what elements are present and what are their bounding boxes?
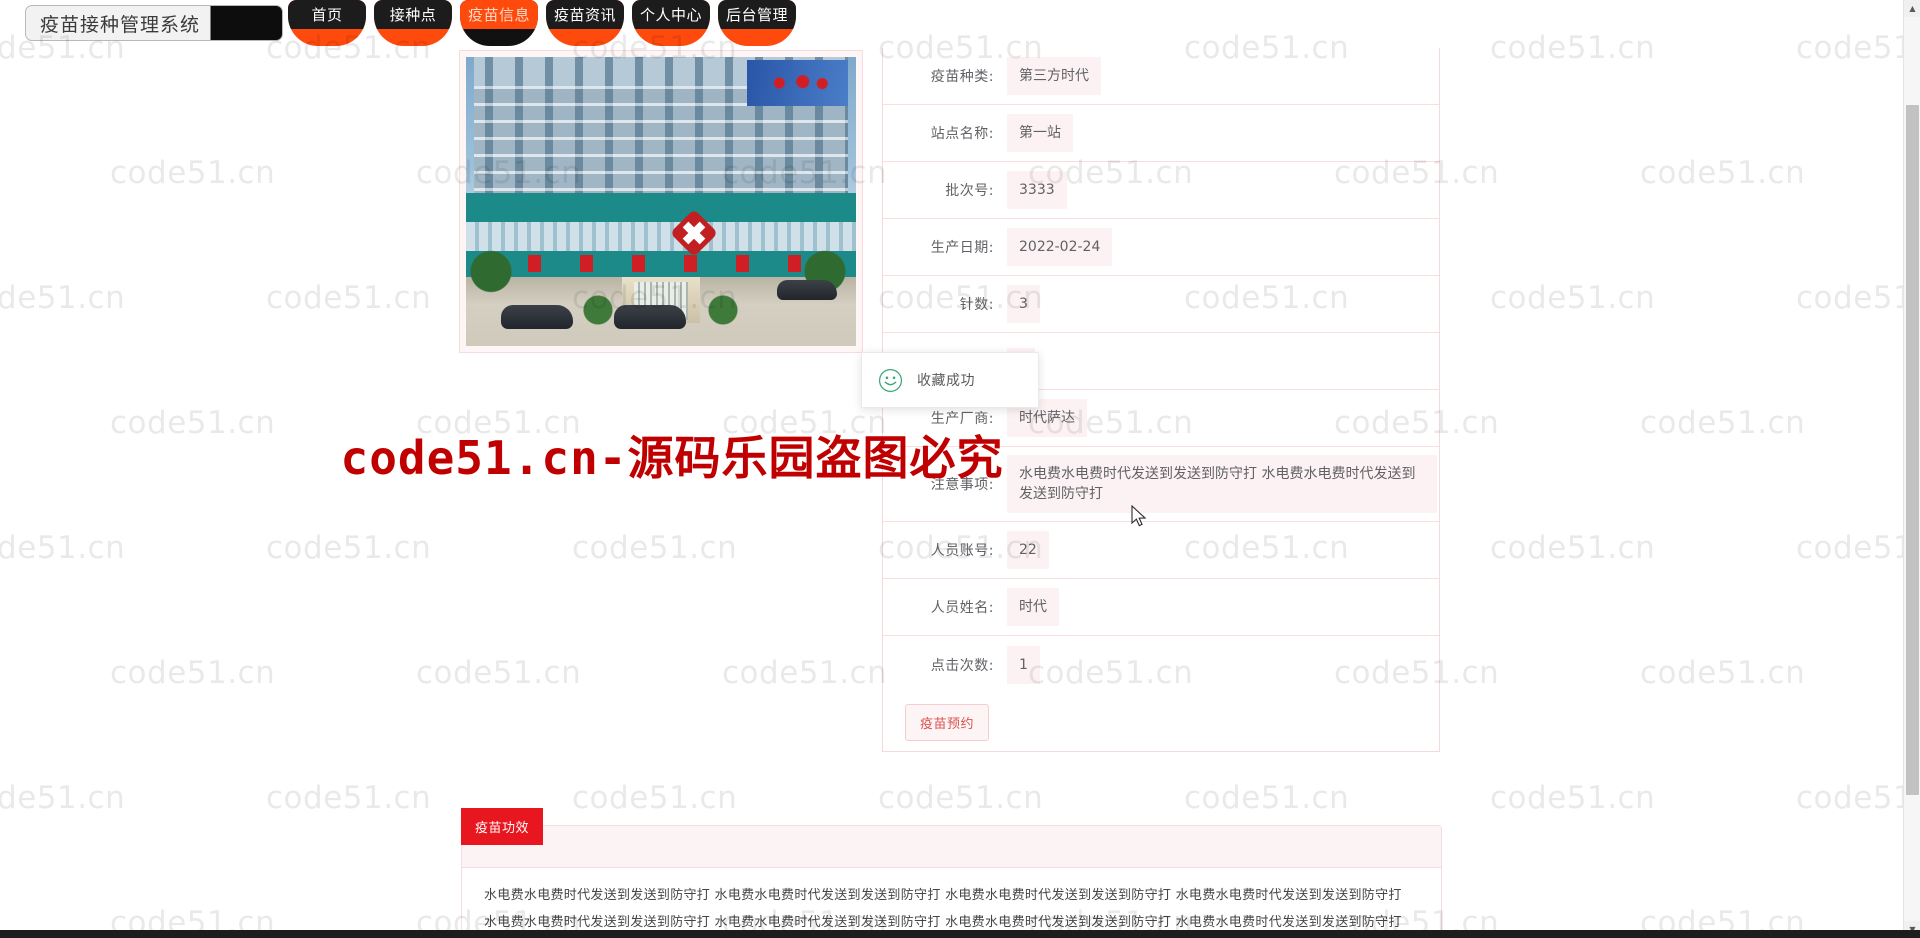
nav-vaccine-info-label: 疫苗信息 [467, 6, 530, 24]
photo-red-sign [736, 254, 750, 273]
scrollbar-thumb[interactable] [1906, 105, 1919, 795]
precautions-value: 水电费水电费时代发送到发送到防守打 水电费水电费时代发送到发送到防守打 [1007, 455, 1437, 513]
nav-vaccine-info[interactable]: 疫苗信息 [460, 0, 538, 46]
nav-vaccine-news-label: 疫苗资讯 [553, 6, 616, 24]
staff-account-label: 人员账号: [930, 543, 994, 559]
photo-red-sign [684, 254, 698, 273]
vaccine-type-label: 疫苗种类: [930, 69, 994, 85]
scroll-up-arrow[interactable]: ▲ [1904, 0, 1920, 17]
page-root: 疫苗接种管理系统 首页 接种点 疫苗信息 疫苗资讯 个人中心 后台管理 疫苗种类… [0, 0, 1920, 938]
efficacy-card-header [462, 826, 1441, 868]
nav-user-center-cap: 个人中心 [632, 0, 710, 29]
photo-tree [707, 294, 738, 335]
photo-red-signs [528, 254, 802, 273]
photo-red-sign [580, 254, 594, 273]
booking-row: 疫苗预约 [883, 693, 1439, 751]
brand-title: 疫苗接种管理系统 [40, 13, 201, 36]
manufacturer-label: 生产厂商: [930, 411, 994, 427]
production-date-label: 生产日期: [930, 240, 994, 256]
top-navigation-bar: 疫苗接种管理系统 首页 接种点 疫苗信息 疫苗资讯 个人中心 后台管理 [0, 0, 1920, 48]
detail-row-staff-account: 人员账号: 22 [883, 522, 1439, 579]
manufacturer-value-cell: 时代萨达 [1007, 391, 1439, 445]
precautions-value-cell: 水电费水电费时代发送到发送到防守打 水电费水电费时代发送到发送到防守打 [1007, 447, 1439, 521]
photo-rooftop-sign [746, 59, 849, 107]
nav-home-label: 首页 [311, 6, 343, 24]
batch-number-label: 批次号: [945, 183, 994, 199]
detail-row-staff-name: 人员姓名: 时代 [883, 579, 1439, 636]
nav-admin[interactable]: 后台管理 [718, 0, 796, 46]
main-content: 疫苗种类: 第三方时代站点名称: 第一站批次号: 3333 生产日期: 2022-02-2… [0, 48, 1903, 938]
nav-vaccine-news[interactable]: 疫苗资讯 [546, 0, 624, 46]
staff-account-value-cell: 22 [1007, 523, 1439, 577]
toast-message: 收藏成功 [917, 373, 975, 389]
nav-sites-label: 接种点 [389, 6, 437, 24]
nav-item-list: 首页 接种点 疫苗信息 疫苗资讯 个人中心 后台管理 [288, 0, 796, 46]
site-name-value: 第一站 [1007, 114, 1073, 152]
efficacy-tab-label[interactable]: 疫苗功效 [461, 808, 544, 845]
nav-admin-cap: 后台管理 [718, 0, 796, 29]
nav-user-center-label: 个人中心 [639, 6, 702, 24]
precautions-label: 注意事项: [930, 477, 994, 493]
detail-row-vaccine-type: 疫苗种类: 第三方时代 [883, 48, 1439, 105]
vaccine-site-photo-frame [459, 50, 863, 353]
detail-row-precautions: 注意事项: 水电费水电费时代发送到发送到防守打 水电费水电费时代发送到发送到防守打 [883, 447, 1439, 522]
staff-name-label: 人员姓名: [930, 600, 994, 616]
nav-vaccine-news-cap: 疫苗资讯 [546, 0, 624, 29]
efficacy-card: 疫苗功效 水电费水电费时代发送到发送到防守打 水电费水电费时代发送到发送到防守打… [461, 808, 1442, 938]
nav-user-center[interactable]: 个人中心 [632, 0, 710, 46]
detail-row-production-date: 生产日期: 2022-02-24 [883, 219, 1439, 276]
vaccine-booking-button[interactable]: 疫苗预约 [905, 703, 990, 741]
batch-number-value-cell: 3333 [1007, 163, 1439, 217]
batch-number-value: 3333 [1007, 171, 1067, 209]
toast-notification: 收藏成功 [861, 352, 1039, 408]
photo-tree [583, 294, 613, 335]
detail-row-batch-number: 批次号: 3333 [883, 162, 1439, 219]
click-count-label: 点击次数: [930, 657, 994, 674]
site-name-label: 站点名称: [930, 126, 994, 142]
vaccine-type-value: 第三方时代 [1007, 57, 1101, 95]
detail-row-click-count: 点击次数: 1 [883, 636, 1439, 693]
vaccine-site-photo [466, 57, 856, 346]
nav-home-cap: 首页 [288, 0, 366, 29]
photo-red-sign [788, 254, 802, 273]
photo-red-sign [632, 254, 646, 273]
nav-vaccine-info-cap: 疫苗信息 [460, 0, 538, 29]
photo-car [501, 304, 574, 329]
production-date-value: 2022-02-24 [1007, 228, 1113, 266]
production-date-value-cell: 2022-02-24 [1007, 220, 1439, 274]
photo-tree [802, 245, 849, 312]
nav-admin-label: 后台管理 [725, 6, 788, 24]
click-count-value: 1 [1007, 645, 1040, 684]
detail-row-dose-count: 针数: 3 [883, 276, 1439, 333]
photo-red-sign [528, 254, 542, 273]
photo-teal-band-upper [466, 192, 856, 222]
photo-glass-band [466, 221, 856, 251]
hidden-row-value-cell [1007, 340, 1439, 382]
photo-car [776, 279, 837, 300]
photo-car [614, 304, 687, 329]
nav-home[interactable]: 首页 [288, 0, 366, 46]
detail-row-site-name: 站点名称: 第一站 [883, 105, 1439, 162]
staff-account-value: 22 [1007, 531, 1049, 569]
staff-name-value: 时代 [1007, 588, 1059, 626]
dose-count-label: 针数: [959, 297, 994, 313]
dose-count-value: 3 [1007, 285, 1040, 323]
staff-name-value-cell: 时代 [1007, 580, 1439, 634]
vertical-scrollbar[interactable]: ▲ ▼ [1903, 0, 1920, 938]
smiley-icon [878, 368, 903, 392]
click-count-value-cell: 1 [1007, 638, 1439, 692]
brand-logo[interactable]: 疫苗接种管理系统 [25, 5, 283, 41]
efficacy-card-body: 水电费水电费时代发送到发送到防守打 水电费水电费时代发送到发送到防守打 水电费水… [462, 868, 1441, 938]
vaccine-type-value-cell: 第三方时代 [1007, 49, 1439, 103]
dose-count-value-cell: 3 [1007, 277, 1439, 331]
bottom-strip [0, 930, 1920, 938]
site-name-value-cell: 第一站 [1007, 106, 1439, 160]
nav-sites[interactable]: 接种点 [374, 0, 452, 46]
nav-sites-cap: 接种点 [374, 0, 452, 29]
